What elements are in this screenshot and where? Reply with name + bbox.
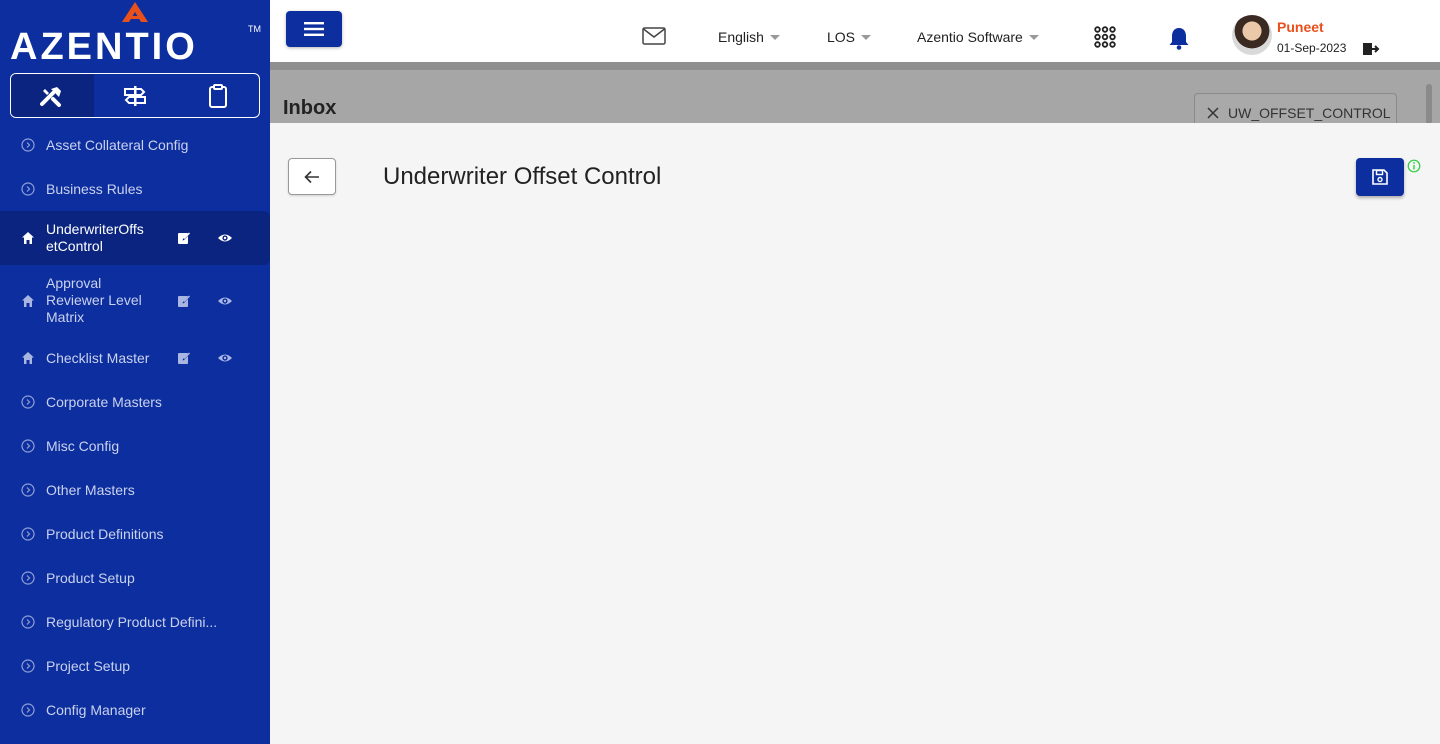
sidebar-item-label: Regulatory Product Defini... [46,613,218,630]
menu-toggle-button[interactable] [286,11,342,47]
chevron-circle-icon [21,138,35,152]
mode-signpost-button[interactable] [94,74,177,117]
module-dropdown[interactable]: LOS [827,29,872,45]
chevron-circle-icon [21,659,35,673]
mode-clipboard-button[interactable] [176,74,259,117]
edit-icon[interactable] [177,294,191,308]
sidebar-item-label: Corporate Masters [46,393,162,410]
save-button[interactable] [1356,158,1404,196]
logout-icon[interactable] [1362,42,1380,56]
sidebar-mode-switcher [10,73,260,118]
company-value: Azentio Software [917,29,1023,45]
edit-icon[interactable] [177,231,191,245]
language-dropdown[interactable]: English [718,29,780,45]
scrollbar[interactable] [1426,84,1432,124]
caret-down-icon [769,34,780,40]
mode-tools-button[interactable] [11,74,94,117]
edit-icon[interactable] [177,351,191,365]
sidebar-item-label: UnderwriterOffs etControl [46,221,144,254]
clipboard-icon [208,83,227,108]
sidebar-item-business-rules[interactable]: Business Rules [0,175,270,203]
avatar[interactable] [1232,15,1272,55]
sidebar-item-label: Config Manager [46,701,146,718]
caret-down-icon [1028,34,1039,40]
eye-icon[interactable] [217,294,233,308]
sidebar-item-approval-reviewer-level-matrix[interactable]: Approval Reviewer Level Matrix [0,273,270,329]
language-value: English [718,29,764,45]
eye-icon[interactable] [217,351,233,365]
signpost-icon [124,85,146,106]
sidebar-item-product-definitions[interactable]: Product Definitions [0,520,270,548]
caret-down-icon [861,34,872,40]
apps-grid-icon[interactable] [1094,26,1116,48]
tools-icon [40,86,62,107]
sidebar-item-label: Asset Collateral Config [46,136,189,153]
top-header: English LOS Azentio Software Puneet 01-S… [270,0,1440,62]
main-content: Underwriter Offset Control [270,123,1440,744]
sidebar-item-misc-config[interactable]: Misc Config [0,432,270,460]
sidebar-item-label: Checklist Master [46,349,150,366]
home-icon [22,232,34,244]
company-dropdown[interactable]: Azentio Software [917,29,1039,45]
info-icon[interactable] [1407,159,1421,173]
chevron-circle-icon [21,439,35,453]
chevron-circle-icon [21,571,35,585]
sidebar-item-asset-collateral-config[interactable]: Asset Collateral Config [0,131,270,159]
save-icon [1372,169,1388,185]
azentio-logo: AZENTIO TM [10,2,262,68]
user-name: Puneet [1277,19,1324,35]
home-icon [22,295,34,307]
chevron-circle-icon [21,703,35,717]
tab-label: UW_OFFSET_CONTROL [1228,104,1391,121]
sidebar-item-regulatory-product-definitions[interactable]: Regulatory Product Defini... [0,608,270,636]
hamburger-icon [304,22,324,36]
logo-mark-icon [122,2,148,22]
sidebar-item-label: Approval Reviewer Level Matrix [46,275,142,325]
sidebar-item-product-setup[interactable]: Product Setup [0,564,270,592]
chevron-circle-icon [21,615,35,629]
sidebar-item-config-manager[interactable]: Config Manager [0,696,270,724]
chevron-circle-icon [21,182,35,196]
inbox-title: Inbox [283,97,337,119]
bell-icon[interactable] [1168,26,1190,50]
sidebar-item-label: Product Setup [46,569,135,586]
sidebar-item-label: Business Rules [46,180,143,197]
chevron-circle-icon [21,527,35,541]
page-title: Underwriter Offset Control [383,163,662,190]
logo-text: AZENTIO [10,26,198,68]
mail-icon[interactable] [642,27,666,45]
inbox-tab-bar: Inbox UW_OFFSET_CONTROL [270,62,1440,131]
home-icon [22,352,34,364]
chevron-circle-icon [21,395,35,409]
sidebar-item-project-setup[interactable]: Project Setup [0,652,270,680]
sidebar-item-label: Misc Config [46,437,120,454]
module-value: LOS [827,29,856,45]
close-icon[interactable] [1207,106,1219,119]
back-button[interactable] [288,158,336,195]
sidebar-item-label: Product Definitions [46,525,164,542]
eye-icon[interactable] [217,231,233,245]
user-date: 01-Sep-2023 [1277,41,1347,55]
sidebar-item-other-masters[interactable]: Other Masters [0,476,270,504]
sidebar: AZENTIO TM Asset Collateral Config Busin… [0,0,270,744]
sidebar-item-checklist-master[interactable]: Checklist Master [0,344,270,372]
chevron-circle-icon [21,483,35,497]
sidebar-item-label: Other Masters [46,481,135,498]
sidebar-item-corporate-masters[interactable]: Corporate Masters [0,388,270,416]
logo-tm: TM [248,24,261,34]
arrow-left-icon [304,170,319,183]
sidebar-item-underwriter-offset-control[interactable]: UnderwriterOffs etControl [0,211,270,265]
sidebar-item-label: Project Setup [46,657,131,674]
